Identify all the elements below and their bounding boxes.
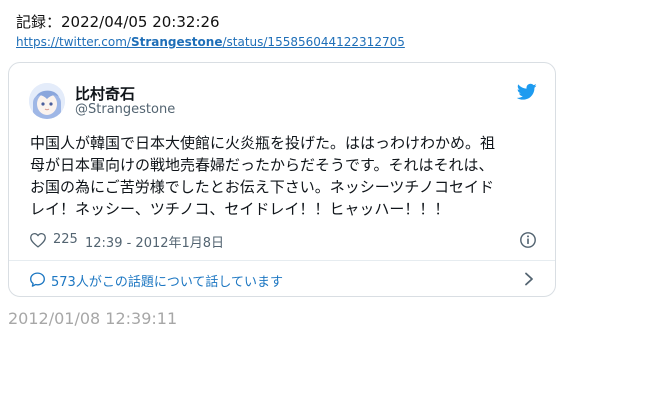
- divider: [9, 260, 555, 261]
- conversation-link[interactable]: 573人がこの話題について話しています: [29, 269, 539, 291]
- link-prefix: https://twitter.com/: [16, 35, 131, 49]
- info-icon[interactable]: [519, 231, 537, 249]
- heart-icon[interactable]: [29, 232, 47, 248]
- tweet-text-line: 母が日本軍向けの戦地売春婦だったからだそうです。それはそれは、: [30, 156, 494, 174]
- chevron-right-icon: [523, 272, 535, 286]
- page: 記録：2022/04/05 20:32:26 https://twitter.c…: [0, 0, 660, 416]
- link-suffix: /status/155856044122312705: [222, 35, 405, 49]
- tweet-meta: 225 12:39 - 2012年1月8日: [29, 230, 539, 251]
- reply-icon: [29, 271, 46, 288]
- tweet-card: 比村奇石 @Strangestone 中国人が韓国で日本大使館に火炎瓶を投げた。…: [8, 62, 556, 297]
- archive-timestamp: 2012/01/08 12:39:11: [8, 309, 178, 328]
- link-user: Strangestone: [130, 35, 223, 49]
- tweet-text-line: 中国人が韓国で日本大使館に火炎瓶を投げた。ははっわけわかめ。祖: [30, 134, 496, 152]
- tweet-timestamp[interactable]: 12:39 - 2012年1月8日: [85, 232, 224, 251]
- display-name[interactable]: 比村奇石: [75, 83, 135, 104]
- twitter-bird-icon[interactable]: [516, 83, 537, 101]
- user-handle[interactable]: @Strangestone: [75, 102, 175, 117]
- like-count: 225: [53, 232, 78, 247]
- tweet-text-line: お国の為にご苦労様でしたとお伝え下さい。ネッシーツチノコセイド: [30, 178, 494, 196]
- record-timestamp: 記録：2022/04/05 20:32:26: [16, 13, 220, 31]
- avatar[interactable]: [29, 83, 65, 119]
- tweet-text: 中国人が韓国で日本大使館に火炎瓶を投げた。ははっわけわかめ。祖 母が日本軍向けの…: [30, 132, 535, 220]
- conversation-label: 573人がこの話題について話しています: [51, 275, 284, 290]
- tweet-text-line: レイ！ネッシー、ツチノコ、セイドレイ！！ヒャッハー！！！: [30, 200, 450, 218]
- tweet-source-link[interactable]: https://twitter.com/Strangestone/status/…: [16, 35, 405, 49]
- avatar-image: [29, 83, 65, 119]
